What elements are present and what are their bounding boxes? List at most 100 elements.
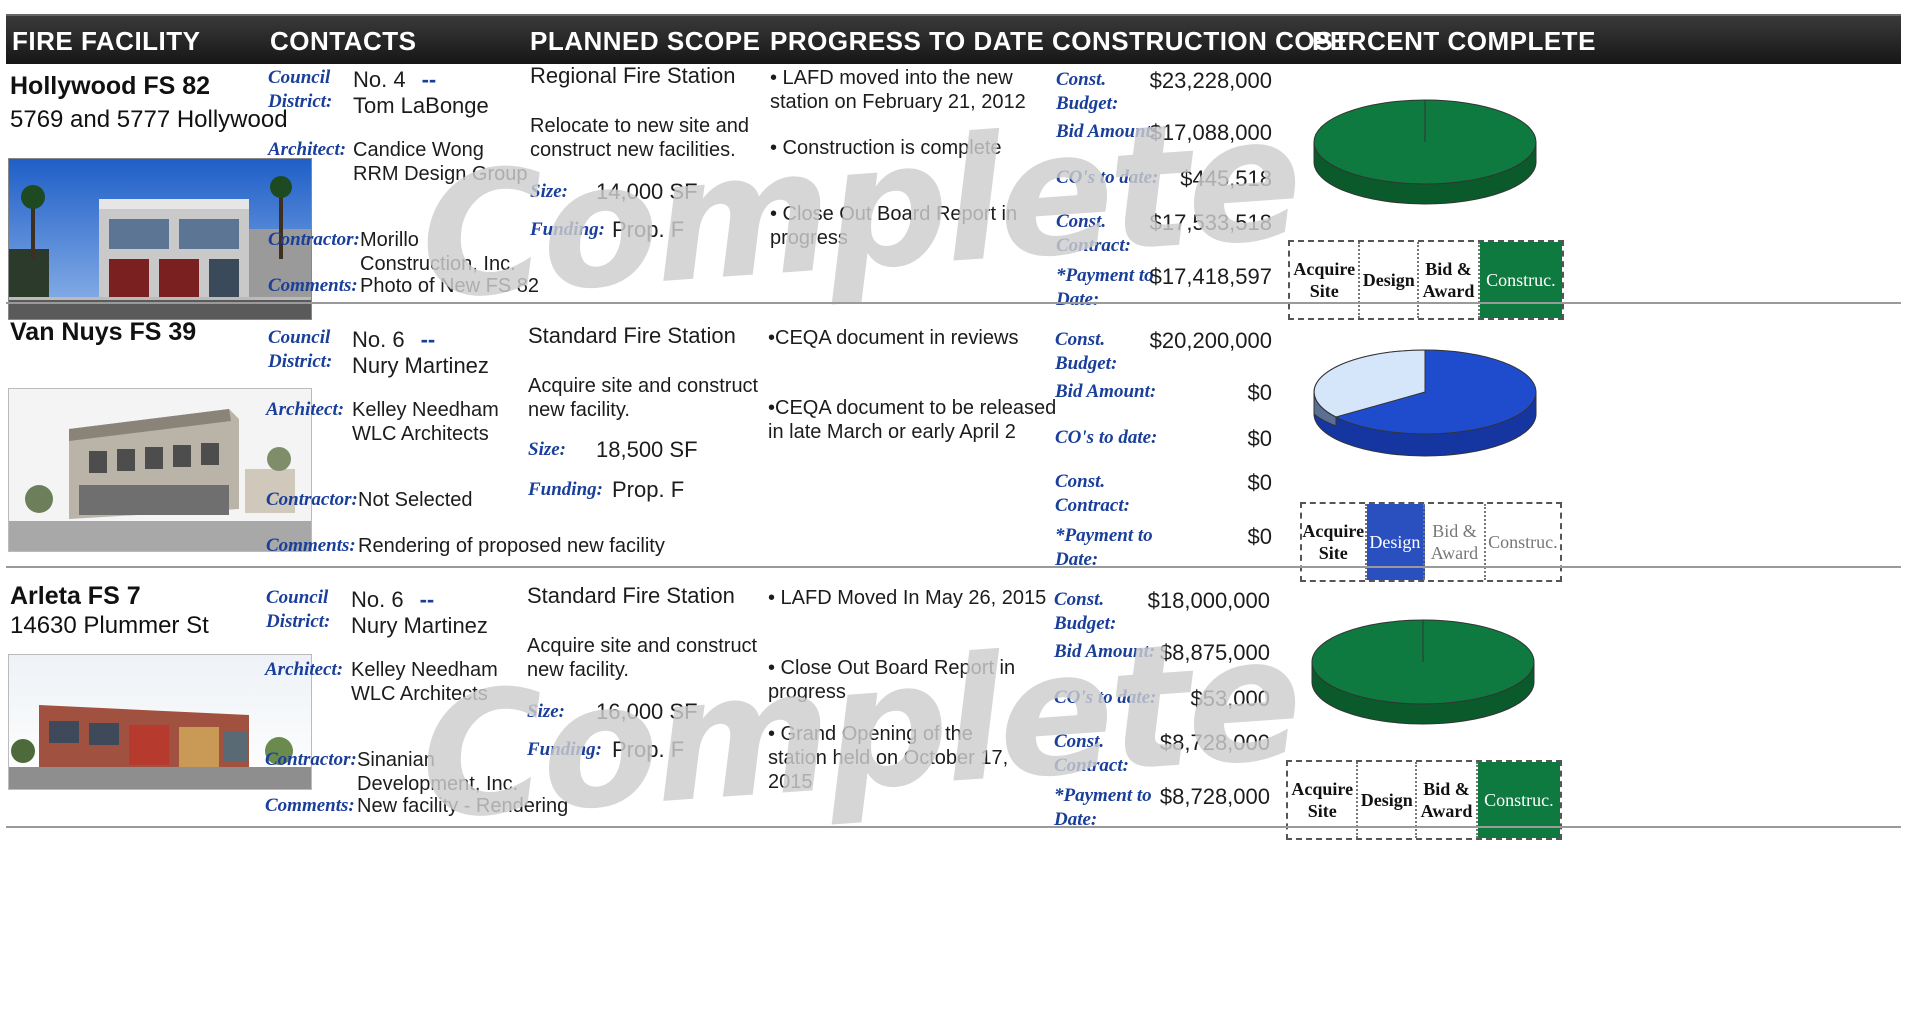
facility-address: 14630 Plummer St (10, 612, 209, 639)
const-contract-value: $0 (1247, 470, 1272, 495)
facility-row: Arleta FS 7 14630 Plummer St Council Dis… (0, 582, 1912, 894)
progress-item: •CEQA document to be released in late Mar… (768, 397, 1057, 443)
row-divider (6, 826, 1901, 828)
contractor-label: Contractor: (266, 489, 358, 510)
comments-label: Comments: (266, 535, 356, 556)
phase-design: Design (1360, 242, 1420, 318)
const-budget-label: Const. Budget: (1056, 69, 1119, 114)
const-contract-label: Const. Contract: (1054, 731, 1129, 776)
scope-description: Relocate to new site and construct new fa… (530, 115, 750, 161)
councilmember-name: Tom LaBonge (353, 93, 489, 118)
const-budget-label: Const. Budget: (1055, 329, 1118, 374)
header-construction-cost: CONSTRUCTION COST (1052, 26, 1350, 56)
comments-value: Rendering of proposed new facility (358, 535, 665, 557)
architect-value: Kelley Needham WLC Architects (351, 659, 498, 705)
councilmember-name: Nury Martinez (351, 613, 488, 638)
district-number: No. 6 -- (351, 587, 435, 612)
contractor-value: Sinanian Development, Inc. (357, 749, 519, 795)
header-planned-scope: PLANNED SCOPE (530, 26, 761, 56)
facility-name: Hollywood FS 82 (10, 72, 211, 100)
comments-value: Photo of New FS 82 (360, 275, 539, 297)
progress-item: • Close Out Board Report in progress (768, 657, 1016, 703)
size-value: 16,000 SF (596, 699, 698, 724)
council-district-label: Council District: (268, 67, 333, 112)
district-number: No. 4 -- (353, 67, 437, 92)
phase-acquire-site: Acquire Site (1290, 242, 1361, 318)
phase-acquire-site: Acquire Site (1302, 504, 1367, 580)
const-budget-label: Const. Budget: (1054, 589, 1117, 634)
facility-name: Arleta FS 7 (10, 582, 141, 610)
bid-amount-value: $8,875,000 (1159, 640, 1270, 665)
funding-label: Funding: (530, 219, 605, 240)
scope-description: Acquire site and construct new facility. (528, 375, 759, 421)
cos-to-date-value: $0 (1247, 426, 1272, 451)
size-label: Size: (528, 439, 566, 460)
payment-to-date-value: $0 (1247, 524, 1272, 549)
councilmember-name: Nury Martinez (352, 353, 489, 378)
council-district-label: Council District: (268, 327, 333, 372)
funding-label: Funding: (527, 739, 602, 760)
funding-label: Funding: (528, 479, 603, 500)
comments-label: Comments: (265, 795, 355, 816)
size-label: Size: (530, 181, 568, 202)
council-district-label: Council District: (266, 587, 331, 632)
const-budget-value: $20,200,000 (1149, 328, 1272, 353)
percent-complete-pie (1311, 619, 1535, 725)
const-contract-label: Const. Contract: (1056, 211, 1131, 256)
facility-photo (8, 158, 312, 320)
payment-to-date-value: $8,728,000 (1159, 784, 1270, 809)
district-number: No. 6 -- (352, 327, 436, 352)
header-fire-facility: FIRE FACILITY (12, 26, 201, 56)
header-progress-to-date: PROGRESS TO DATE (770, 26, 1045, 56)
percent-complete-pie (1313, 349, 1537, 457)
funding-value: Prop. F (612, 217, 685, 242)
size-label: Size: (527, 701, 565, 722)
phase-construction: Construc. (1488, 532, 1558, 552)
const-contract-value: $17,533,518 (1149, 210, 1272, 235)
architect-value: Kelley Needham WLC Architects (352, 399, 499, 445)
contractor-value: Morillo Construction, Inc. (360, 229, 516, 275)
facility-name: Van Nuys FS 39 (10, 318, 197, 346)
const-budget-value: $18,000,000 (1147, 588, 1270, 613)
facility-address: 5769 and 5777 Hollywood (10, 106, 288, 133)
funding-value: Prop. F (612, 477, 685, 502)
bid-amount-value: $17,088,000 (1149, 120, 1272, 145)
header-percent-complete: PERCENT COMPLETE (1312, 26, 1596, 56)
cos-to-date-value: $445,518 (1180, 166, 1272, 191)
progress-item: • Grand Opening of the station held on O… (768, 723, 1009, 793)
row-divider (6, 302, 1901, 304)
progress-item: • LAFD Moved In May 26, 2015 (768, 587, 1047, 609)
phase-construction-active: Construc. (1479, 242, 1562, 318)
comments-value: New facility - Rendering (357, 795, 569, 817)
contractor-label: Contractor: (265, 749, 357, 770)
percent-complete-pie (1313, 99, 1537, 205)
scope-type: Standard Fire Station (528, 323, 736, 348)
report-page: FIRE FACILITY CONTACTS PLANNED SCOPE PRO… (0, 0, 1912, 1016)
size-value: 14,000 SF (596, 179, 698, 204)
contractor-label: Contractor: (268, 229, 360, 250)
const-contract-label: Const. Contract: (1055, 471, 1130, 516)
phase-bid-award: Bid & Award (1425, 504, 1486, 580)
phase-indicator: Acquire Site Design Bid & Award Construc. (1286, 760, 1562, 840)
const-budget-value: $23,228,000 (1149, 68, 1272, 93)
phase-indicator: Acquire Site Design Bid & Award Construc. (1300, 502, 1562, 582)
cos-to-date-value: $53,000 (1190, 686, 1270, 711)
contractor-value: Not Selected (358, 489, 473, 511)
progress-item: •CEQA document in reviews (768, 327, 1019, 349)
scope-type: Standard Fire Station (527, 583, 735, 608)
funding-value: Prop. F (612, 737, 685, 762)
architect-label: Architect: (265, 659, 344, 680)
scope-description: Acquire site and construct new facility. (527, 635, 758, 681)
row-divider (6, 566, 1901, 568)
bid-amount-value: $0 (1247, 380, 1272, 405)
progress-item: • LAFD moved into the new station on Febr… (770, 67, 1026, 113)
size-value: 18,500 SF (596, 437, 698, 462)
progress-item: • Close Out Board Report in progress (770, 203, 1018, 249)
architect-label: Architect: (268, 139, 347, 160)
const-contract-value: $8,728,000 (1159, 730, 1270, 755)
architect-label: Architect: (266, 399, 345, 420)
scope-type: Regional Fire Station (530, 63, 736, 88)
progress-item: • Construction is complete (770, 137, 1002, 159)
comments-label: Comments: (268, 275, 358, 296)
header-contacts: CONTACTS (270, 26, 417, 56)
